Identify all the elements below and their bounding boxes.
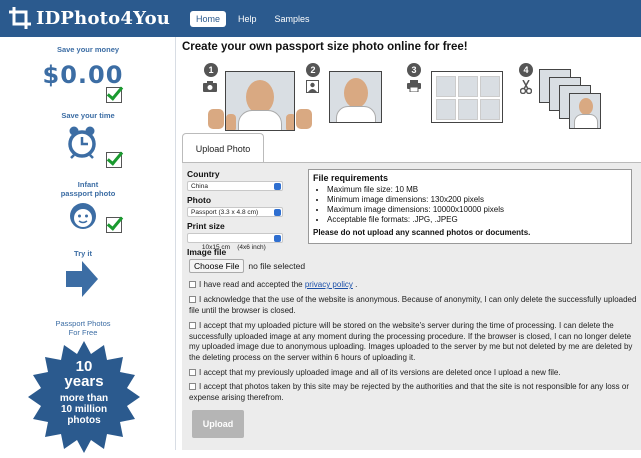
agreement-storage: I accept that my uploaded picture will b… [189, 321, 637, 363]
check-icon [106, 217, 122, 233]
requirements-list: Maximum file size: 10 MB Minimum image d… [313, 185, 627, 225]
step-2-badge: 2 [306, 63, 320, 77]
main-content: Create your own passport size photo onli… [182, 37, 641, 450]
file-status: no file selected [248, 261, 306, 271]
nav-help[interactable]: Help [232, 11, 263, 27]
requirement-item: Minimum image dimensions: 130x200 pixels [327, 195, 627, 205]
upload-button[interactable]: Upload [192, 410, 244, 438]
nav-home[interactable]: Home [190, 11, 227, 27]
free-caption-line2: For Free [68, 328, 98, 337]
agreement-anonymous: I acknowledge that the use of the websit… [189, 295, 637, 316]
arrow-right-icon[interactable] [66, 261, 98, 297]
country-select[interactable]: China [187, 181, 283, 191]
try-it-caption: Try it [74, 249, 92, 258]
country-label: Country [187, 169, 220, 179]
scissors-icon [520, 80, 532, 94]
file-requirements-box: File requirements Maximum file size: 10 … [308, 169, 632, 244]
photo-type-select[interactable]: Passport (3.3 x 4.8 cm) [187, 207, 283, 217]
image-file-label: Image file [187, 247, 227, 257]
crop-logo-icon [9, 7, 31, 29]
agreement-privacy-checkbox[interactable] [189, 281, 196, 288]
site-name: IDPhoto4You [36, 7, 171, 29]
step-1-badge: 1 [204, 63, 218, 77]
requirement-item: Acceptable file formats: .JPG, .JPEG [327, 215, 627, 225]
free-caption-line1: Passport Photos [55, 319, 111, 328]
agreement-storage-text: I accept that my uploaded picture will b… [189, 321, 633, 362]
requirement-item: Maximum image dimensions: 10000x10000 pi… [327, 205, 627, 215]
check-icon [106, 87, 122, 103]
check-icon [106, 152, 122, 168]
portrait-icon [306, 80, 319, 93]
print-size-select[interactable]: 10x15 cm (4x6 inch) [187, 233, 283, 251]
agreement-storage-checkbox[interactable] [189, 322, 196, 329]
badge-years-number: 10 [75, 358, 93, 375]
save-money-caption: Save your money [56, 45, 120, 54]
agreement-privacy-end: . [352, 280, 358, 289]
agreement-anonymous-text: I acknowledge that the use of the websit… [189, 295, 637, 315]
baby-icon [70, 203, 96, 229]
agreement-liability: I accept that photos taken by this site … [189, 382, 637, 403]
agreement-anonymous-checkbox[interactable] [189, 296, 196, 303]
agreement-privacy: I have read and accepted the privacy pol… [189, 280, 637, 291]
badge-line3: photos [67, 415, 101, 426]
chevron-down-icon [274, 209, 281, 216]
price-label: $0.00 [42, 61, 124, 89]
chevron-down-icon [274, 183, 281, 190]
choose-file-button[interactable]: Choose File [189, 259, 245, 273]
requirements-title: File requirements [313, 173, 389, 183]
agreement-liability-checkbox[interactable] [189, 383, 196, 390]
privacy-policy-link[interactable]: privacy policy [305, 280, 353, 289]
badge-line2: 10 million [60, 404, 108, 415]
page-title: Create your own passport size photo onli… [182, 41, 468, 53]
step-3-print-sheet [431, 71, 503, 123]
badge-years-word: years [64, 373, 104, 390]
save-time-caption: Save your time [61, 111, 115, 120]
country-select-value: China [191, 183, 208, 190]
infant-caption-line2: passport photo [60, 189, 116, 198]
main-nav: Home Help Samples [190, 11, 316, 27]
infant-caption-line1: Infant [77, 180, 99, 189]
photo-type-value: Passport (3.3 x 4.8 cm) [191, 209, 259, 216]
upload-form-panel: Country China Photo Passport (3.3 x 4.8 … [182, 162, 641, 450]
step-4-badge: 4 [519, 63, 533, 77]
badge-line1: more than [59, 393, 109, 404]
clock-icon [68, 126, 96, 159]
agreement-liability-text: I accept that photos taken by this site … [189, 382, 630, 402]
thumbs-up-left [208, 109, 224, 129]
tab-bar: Upload Photo [182, 133, 641, 163]
agreement-delete-text: I accept that my previously uploaded ima… [199, 368, 561, 377]
agreement-delete-checkbox[interactable] [189, 369, 196, 376]
file-input: Choose File no file selected [189, 259, 305, 273]
step-1-photo [225, 71, 295, 131]
nav-samples[interactable]: Samples [269, 11, 316, 27]
top-bar: IDPhoto4You Home Help Samples [0, 0, 641, 37]
agreement-privacy-text: I have read and accepted the [199, 280, 305, 289]
requirement-item: Maximum file size: 10 MB [327, 185, 627, 195]
thumbs-up-right [296, 109, 312, 129]
scan-warning: Please do not upload any scanned photos … [313, 228, 531, 237]
print-size-label: Print size [187, 221, 225, 231]
camera-icon [203, 81, 217, 92]
site-logo[interactable]: IDPhoto4You [8, 6, 170, 30]
printer-icon [407, 80, 421, 92]
step-2-photo [329, 71, 382, 123]
sidebar: Save your money $0.00 Save your time Inf… [0, 37, 176, 453]
anniversary-badge: 10 years more than 10 million photos [28, 341, 140, 453]
step-4-cut-photo-4 [569, 93, 601, 129]
step-3-badge: 3 [407, 63, 421, 77]
agreement-delete: I accept that my previously uploaded ima… [189, 368, 637, 379]
photo-label: Photo [187, 195, 212, 205]
chevron-down-icon [274, 235, 281, 242]
tab-upload-photo[interactable]: Upload Photo [182, 133, 264, 163]
